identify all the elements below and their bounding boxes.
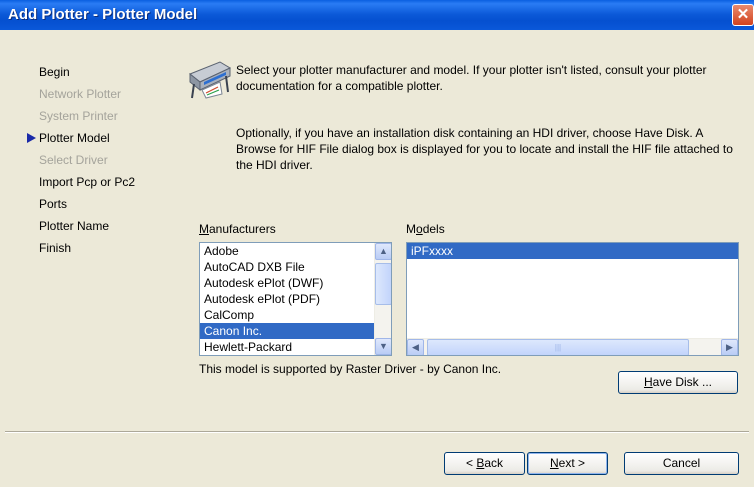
plotter-icon [189, 61, 232, 99]
list-item-selected[interactable]: iPFxxxx [407, 243, 738, 259]
step-select-driver: Select Driver [39, 153, 108, 167]
models-label: Models [406, 222, 445, 236]
have-disk-button[interactable]: Have Disk ... [618, 371, 738, 394]
list-item[interactable]: Hewlett-Packard [200, 339, 391, 355]
step-ports: Ports [39, 197, 68, 211]
next-button[interactable]: Next > [527, 452, 608, 475]
dialog-title: Add Plotter - Plotter Model [8, 6, 198, 23]
list-item[interactable]: Autodesk ePlot (DWF) [200, 275, 391, 291]
title-bar[interactable]: Add Plotter - Plotter Model ✕ [0, 0, 754, 30]
step-import-pcp: Import Pcp or Pc2 [39, 175, 136, 189]
list-item-selected[interactable]: Canon Inc. [200, 323, 391, 339]
add-plotter-dialog: Add Plotter - Plotter Model ✕ Begin Netw… [0, 0, 754, 487]
step-plotter-model: Plotter Model [39, 131, 110, 145]
step-system-printer: System Printer [39, 109, 118, 123]
close-button[interactable]: ✕ [732, 4, 754, 26]
back-button[interactable]: < Back [444, 452, 525, 475]
manufacturers-label: Manufacturers [199, 222, 276, 236]
intro-text: Select your plotter manufacturer and mod… [236, 63, 707, 93]
scroll-down-icon[interactable]: ▼ [375, 338, 391, 355]
scroll-right-icon[interactable]: ▶ [721, 339, 738, 355]
list-item[interactable]: Autodesk ePlot (PDF) [200, 291, 391, 307]
list-item[interactable]: Adobe [200, 243, 391, 259]
list-item[interactable]: CalComp [200, 307, 391, 323]
divider [5, 431, 749, 433]
models-listbox[interactable]: iPFxxxx ◀ ||| ▶ [406, 242, 739, 356]
step-plotter-name: Plotter Name [39, 219, 110, 233]
models-scrollbar[interactable]: ◀ ||| ▶ [407, 338, 738, 355]
list-item[interactable]: AutoCAD DXB File [200, 259, 391, 275]
current-step-arrow-icon [27, 133, 36, 143]
step-network-plotter: Network Plotter [39, 87, 122, 101]
scroll-thumb[interactable]: ||| [427, 339, 689, 355]
hdi-instructions-text: Optionally, if you have an installation … [236, 126, 733, 172]
manufacturers-scrollbar[interactable]: ▲ ▼ [374, 243, 391, 355]
scroll-thumb[interactable] [375, 263, 391, 305]
cancel-button[interactable]: Cancel [624, 452, 739, 475]
close-icon: ✕ [736, 6, 750, 23]
step-begin: Begin [39, 65, 70, 79]
step-finish: Finish [39, 241, 72, 255]
wizard-steps: Begin Network Plotter System Printer Plo… [27, 61, 136, 259]
driver-support-note: This model is supported by Raster Driver… [199, 362, 502, 376]
manufacturers-listbox[interactable]: Adobe AutoCAD DXB File Autodesk ePlot (D… [199, 242, 392, 356]
scroll-up-icon[interactable]: ▲ [375, 243, 391, 260]
scroll-left-icon[interactable]: ◀ [407, 339, 424, 355]
